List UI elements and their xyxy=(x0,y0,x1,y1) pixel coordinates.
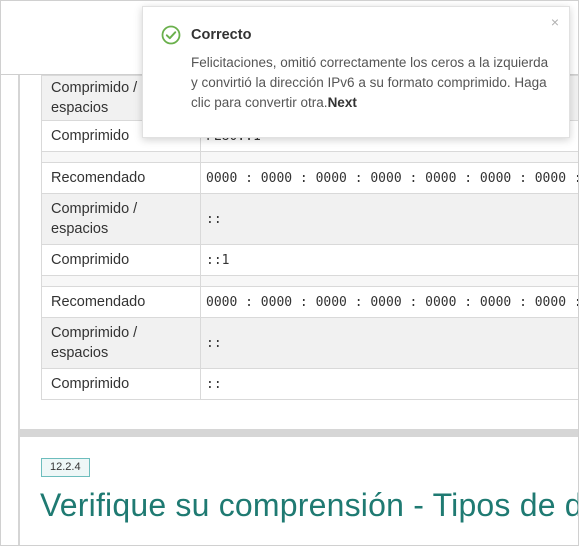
activity-section: 12.2.4 Verifique su comprensión - Tipos … xyxy=(18,429,578,545)
table-spacer xyxy=(41,151,578,163)
row-label: Comprimido xyxy=(41,244,201,276)
page-frame: Comprimido / espacios Comprimido FE80::1… xyxy=(0,0,579,546)
close-icon[interactable]: × xyxy=(551,14,559,30)
table-spacer xyxy=(41,275,578,287)
row-label: Comprimido xyxy=(41,368,201,400)
row-value: :: xyxy=(200,317,578,369)
notification-body: Felicitaciones, omitió correctamente los… xyxy=(191,53,551,113)
table-row: Comprimido ::1 xyxy=(41,244,578,276)
section-number-badge: 12.2.4 xyxy=(41,458,90,477)
section-heading: Verifique su comprensión - Tipos de dire… xyxy=(40,487,578,523)
row-value: ::1 xyxy=(200,244,578,276)
notification-message: Felicitaciones, omitió correctamente los… xyxy=(191,55,549,110)
row-value: :: xyxy=(200,193,578,245)
table-row: Recomendado 0000 : 0000 : 0000 : 0000 : … xyxy=(41,286,578,318)
notification-title: Correcto xyxy=(191,27,252,43)
success-notification[interactable]: Correcto × Felicitaciones, omitió correc… xyxy=(142,6,570,138)
table-row: Comprimido :: xyxy=(41,368,578,400)
table-row: Comprimido / espacios :: xyxy=(41,317,578,369)
row-label: Comprimido / espacios xyxy=(41,317,201,369)
row-value: :: xyxy=(200,368,578,400)
row-label: Recomendado xyxy=(41,286,201,318)
check-circle-icon xyxy=(161,25,181,45)
row-value: 0000 : 0000 : 0000 : 0000 : 0000 : 0000 … xyxy=(200,286,578,318)
row-label: Comprimido / espacios xyxy=(41,193,201,245)
row-value: 0000 : 0000 : 0000 : 0000 : 0000 : 0000 … xyxy=(200,162,578,194)
table-row: Recomendado 0000 : 0000 : 0000 : 0000 : … xyxy=(41,162,578,194)
row-label: Recomendado xyxy=(41,162,201,194)
table-row: Comprimido / espacios :: xyxy=(41,193,578,245)
next-link[interactable]: Next xyxy=(328,95,357,110)
